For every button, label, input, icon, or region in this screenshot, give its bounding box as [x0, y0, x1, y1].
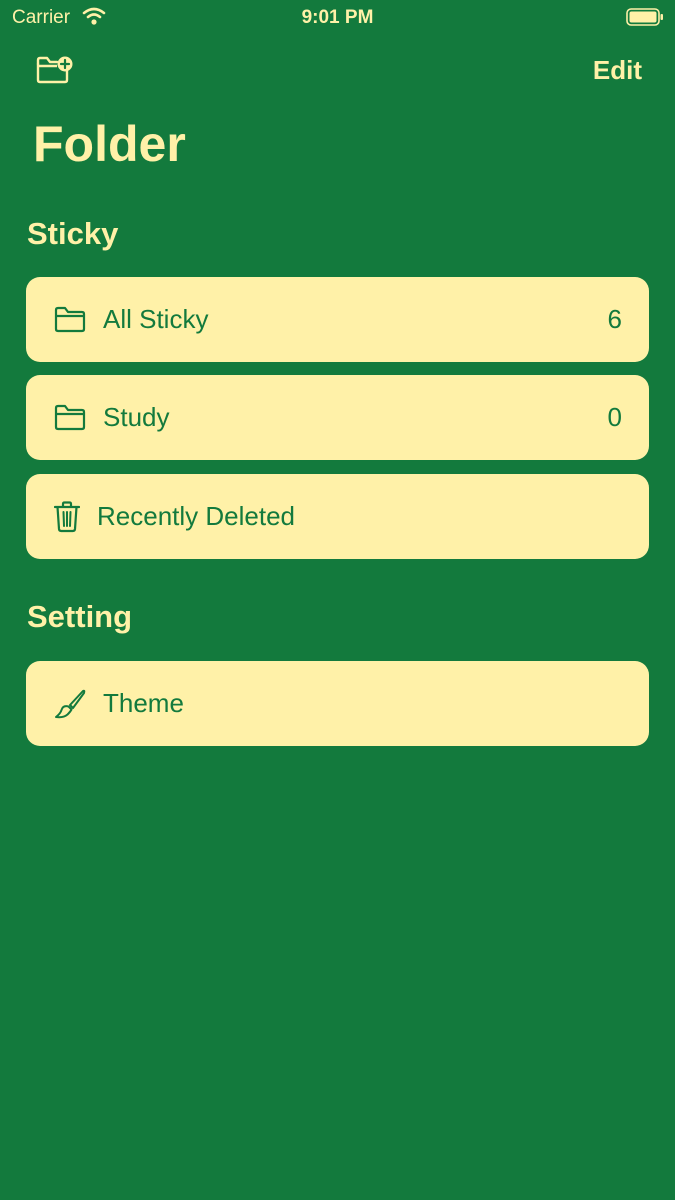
paintbrush-icon: [55, 689, 86, 719]
folder-icon: [54, 404, 86, 431]
list-item-count: 6: [607, 304, 622, 334]
list-item-label: All Sticky: [103, 304, 209, 334]
list-item-recently-deleted[interactable]: Recently Deleted: [26, 474, 649, 559]
new-folder-button[interactable]: [35, 54, 75, 86]
trash-icon: [54, 501, 80, 533]
folder-icon: [54, 306, 86, 333]
section-title-setting: Setting: [27, 599, 133, 634]
list-item-count: 0: [607, 402, 622, 432]
edit-button[interactable]: Edit: [593, 55, 642, 86]
status-bar: Carrier 9:01 PM: [0, 0, 675, 36]
battery-icon: [626, 8, 663, 26]
folder-plus-icon: [36, 56, 73, 84]
page-title: Folder: [33, 116, 186, 172]
status-time: 9:01 PM: [301, 7, 374, 28]
list-item-theme[interactable]: Theme: [26, 661, 649, 746]
list-item-label: Recently Deleted: [97, 501, 295, 531]
section-title-sticky: Sticky: [27, 216, 119, 251]
list-item-label: Study: [103, 402, 170, 432]
list-item-all-sticky[interactable]: All Sticky 6: [26, 277, 649, 362]
navigation-bar: Edit: [0, 50, 675, 90]
list-item-study[interactable]: Study 0: [26, 375, 649, 460]
list-item-label: Theme: [103, 688, 184, 718]
